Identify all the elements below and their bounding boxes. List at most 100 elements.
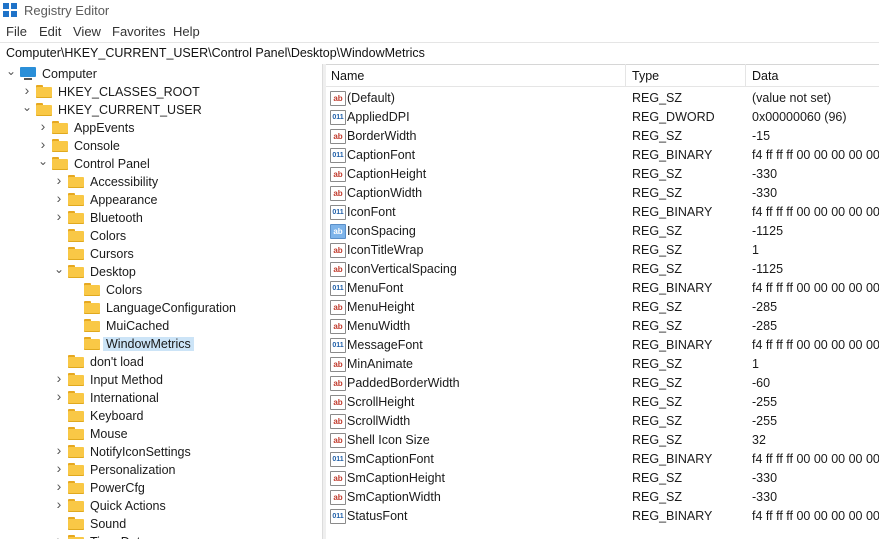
value-type: REG_BINARY bbox=[632, 205, 713, 219]
menu-help[interactable]: Help bbox=[173, 24, 200, 39]
tree-node[interactable]: › Quick Actions bbox=[0, 497, 322, 515]
value-row[interactable]: ab PaddedBorderWidth REG_SZ -60 bbox=[326, 373, 879, 392]
tree-node[interactable]: LanguageConfiguration bbox=[0, 299, 322, 317]
tree-node[interactable]: ⌄ Desktop bbox=[0, 263, 322, 281]
value-data: -330 bbox=[752, 186, 778, 200]
tree-node[interactable]: MuiCached bbox=[0, 317, 322, 335]
chevron-down-icon[interactable]: ⌄ bbox=[22, 101, 32, 113]
menu-favorites[interactable]: Favorites bbox=[112, 24, 165, 39]
chevron-right-icon[interactable]: › bbox=[38, 119, 48, 133]
value-name: (Default) bbox=[347, 91, 395, 105]
value-row[interactable]: ab CaptionWidth REG_SZ -330 bbox=[326, 183, 879, 202]
tree-node[interactable]: › NotifyIconSettings bbox=[0, 443, 322, 461]
tree-node[interactable]: don't load bbox=[0, 353, 322, 371]
tree-node[interactable]: ⌄ Computer bbox=[0, 65, 322, 83]
chevron-right-icon[interactable]: › bbox=[54, 461, 64, 475]
tree-node[interactable]: › Bluetooth bbox=[0, 209, 322, 227]
chevron-right-icon[interactable]: › bbox=[54, 497, 64, 511]
value-row[interactable]: ab IconTitleWrap REG_SZ 1 bbox=[326, 240, 879, 259]
tree-node[interactable]: › Appearance bbox=[0, 191, 322, 209]
values-list-pane[interactable]: Name Type Data ab (Default) REG_SZ (value n… bbox=[326, 64, 879, 539]
tree-node-label: Accessibility bbox=[90, 175, 159, 189]
value-type: REG_SZ bbox=[632, 395, 683, 409]
tree-node[interactable]: › PowerCfg bbox=[0, 479, 322, 497]
key-tree-pane[interactable]: ⌄ Computer › HKEY_CLASSES_ROOT ⌄ HKEY_CURRENT… bbox=[0, 64, 322, 539]
column-header-name[interactable]: Name bbox=[331, 69, 364, 83]
value-row[interactable]: ab IconVerticalSpacing REG_SZ -1125 bbox=[326, 259, 879, 278]
column-header-type[interactable]: Type bbox=[632, 69, 659, 83]
value-row[interactable]: 011 StatusFont REG_BINARY f4 ff ff ff 00 00… bbox=[326, 506, 879, 525]
tree-node[interactable]: › Input Method bbox=[0, 371, 322, 389]
tree-node[interactable]: ⌄ HKEY_CURRENT_USER bbox=[0, 101, 322, 119]
value-row[interactable]: 011 AppliedDPI REG_DWORD 0x00000060 (96) bbox=[326, 107, 879, 126]
string-value-icon: ab bbox=[330, 224, 346, 239]
tree-node[interactable]: Sound bbox=[0, 515, 322, 533]
value-row[interactable]: ab SmCaptionHeight REG_SZ -330 bbox=[326, 468, 879, 487]
chevron-right-icon[interactable]: › bbox=[54, 191, 64, 205]
value-row[interactable]: ab ScrollHeight REG_SZ -255 bbox=[326, 392, 879, 411]
value-data: 0x00000060 (96) bbox=[752, 110, 847, 124]
chevron-right-icon[interactable]: › bbox=[54, 443, 64, 457]
folder-icon bbox=[68, 517, 84, 530]
value-row[interactable]: 011 MessageFont REG_BINARY f4 ff ff ff 00 0… bbox=[326, 335, 879, 354]
column-divider[interactable] bbox=[745, 64, 746, 86]
value-row[interactable]: ab SmCaptionWidth REG_SZ -330 bbox=[326, 487, 879, 506]
menu-file[interactable]: File bbox=[6, 24, 27, 39]
value-name: MessageFont bbox=[347, 338, 423, 352]
tree-node[interactable]: ⌄ Control Panel bbox=[0, 155, 322, 173]
value-row[interactable]: ab (Default) REG_SZ (value not set) bbox=[326, 88, 879, 107]
value-data: 32 bbox=[752, 433, 766, 447]
chevron-right-icon[interactable]: › bbox=[54, 173, 64, 187]
value-row[interactable]: ab ScrollWidth REG_SZ -255 bbox=[326, 411, 879, 430]
value-row[interactable]: 011 IconFont REG_BINARY f4 ff ff ff 00 00 0… bbox=[326, 202, 879, 221]
value-row[interactable]: ab IconSpacing REG_SZ -1125 bbox=[326, 221, 879, 240]
tree-node[interactable]: Colors bbox=[0, 281, 322, 299]
chevron-down-icon[interactable]: ⌄ bbox=[38, 155, 48, 167]
chevron-right-icon[interactable]: › bbox=[54, 479, 64, 493]
value-type: REG_SZ bbox=[632, 129, 683, 143]
value-row[interactable]: 011 MenuFont REG_BINARY f4 ff ff ff 00 00 0… bbox=[326, 278, 879, 297]
tree-node[interactable]: › Personalization bbox=[0, 461, 322, 479]
value-row[interactable]: ab BorderWidth REG_SZ -15 bbox=[326, 126, 879, 145]
folder-icon bbox=[68, 229, 84, 242]
computer-icon bbox=[20, 67, 36, 80]
value-row[interactable]: ab MinAnimate REG_SZ 1 bbox=[326, 354, 879, 373]
menu-view[interactable]: View bbox=[73, 24, 101, 39]
folder-icon bbox=[68, 373, 84, 386]
tree-node[interactable]: Keyboard bbox=[0, 407, 322, 425]
tree-node[interactable]: › HKEY_CLASSES_ROOT bbox=[0, 83, 322, 101]
tree-node-label: Quick Actions bbox=[90, 499, 166, 513]
chevron-down-icon[interactable]: ⌄ bbox=[54, 263, 64, 275]
menu-edit[interactable]: Edit bbox=[39, 24, 61, 39]
tree-node[interactable]: WindowMetrics bbox=[0, 335, 322, 353]
column-header-data[interactable]: Data bbox=[752, 69, 778, 83]
tree-node[interactable]: › International bbox=[0, 389, 322, 407]
value-row[interactable]: ab Shell Icon Size REG_SZ 32 bbox=[326, 430, 879, 449]
chevron-right-icon[interactable]: › bbox=[54, 209, 64, 223]
value-data: -1125 bbox=[752, 224, 784, 238]
tree-node[interactable]: › AppEvents bbox=[0, 119, 322, 137]
value-row[interactable]: 011 SmCaptionFont REG_BINARY f4 ff ff ff 00… bbox=[326, 449, 879, 468]
chevron-right-icon[interactable]: › bbox=[22, 83, 32, 97]
chevron-right-icon[interactable]: › bbox=[38, 137, 48, 151]
tree-node[interactable]: Cursors bbox=[0, 245, 322, 263]
chevron-right-icon[interactable]: › bbox=[54, 533, 64, 539]
tree-node[interactable]: Mouse bbox=[0, 425, 322, 443]
chevron-right-icon[interactable]: › bbox=[54, 389, 64, 403]
value-type: REG_SZ bbox=[632, 186, 683, 200]
address-bar[interactable]: Computer\HKEY_CURRENT_USER\Control Panel… bbox=[0, 42, 879, 65]
value-row[interactable]: ab MenuWidth REG_SZ -285 bbox=[326, 316, 879, 335]
tree-node[interactable]: › Time Date bbox=[0, 533, 322, 539]
tree-node[interactable]: › Accessibility bbox=[0, 173, 322, 191]
value-row[interactable]: ab MenuHeight REG_SZ -285 bbox=[326, 297, 879, 316]
value-row[interactable]: 011 CaptionFont REG_BINARY f4 ff ff ff 00 0… bbox=[326, 145, 879, 164]
value-row[interactable]: ab CaptionHeight REG_SZ -330 bbox=[326, 164, 879, 183]
tree-node[interactable]: Colors bbox=[0, 227, 322, 245]
chevron-down-icon[interactable]: ⌄ bbox=[6, 65, 16, 77]
value-name: SmCaptionFont bbox=[347, 452, 434, 466]
binary-value-icon: 011 bbox=[330, 148, 346, 163]
tree-node[interactable]: › Console bbox=[0, 137, 322, 155]
binary-value-icon: 011 bbox=[330, 110, 346, 125]
column-divider[interactable] bbox=[625, 64, 626, 86]
chevron-right-icon[interactable]: › bbox=[54, 371, 64, 385]
